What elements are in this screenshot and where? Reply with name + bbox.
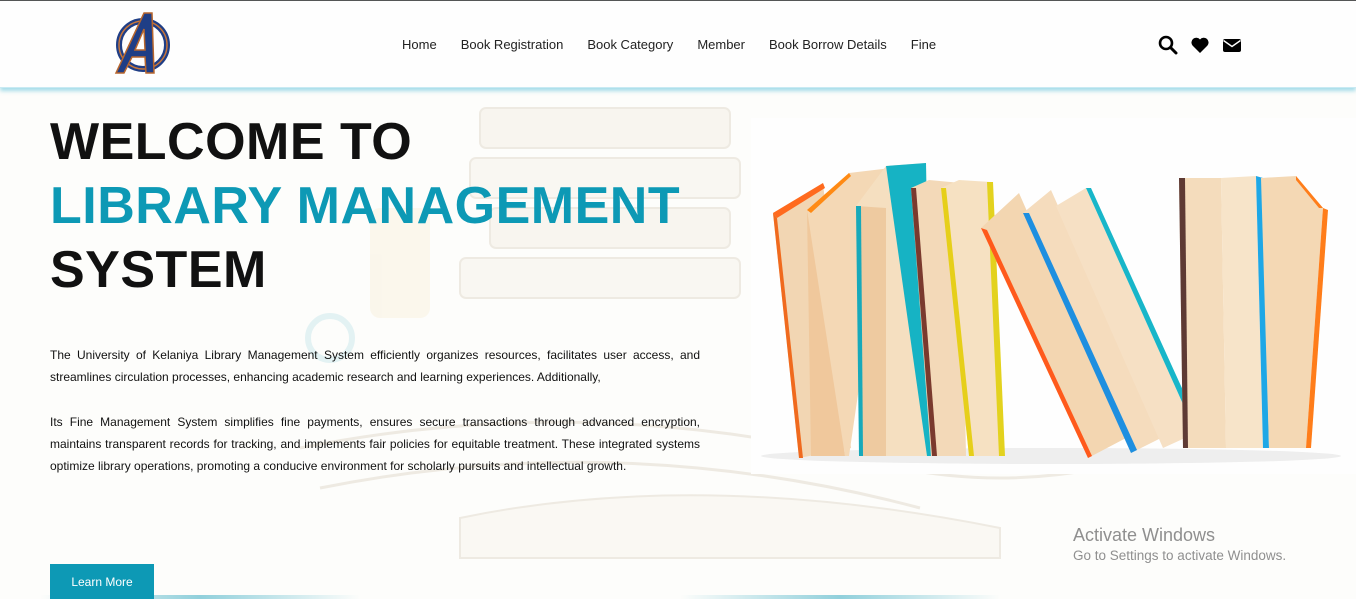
nav-home[interactable]: Home (402, 37, 437, 52)
nav-member[interactable]: Member (697, 37, 745, 52)
books-image (751, 118, 1356, 474)
watermark-subtitle: Go to Settings to activate Windows. (1073, 548, 1287, 563)
learn-more-button[interactable]: Learn More (50, 564, 154, 599)
heart-icon[interactable] (1190, 35, 1210, 55)
nav-book-registration[interactable]: Book Registration (461, 37, 564, 52)
nav-book-borrow-details[interactable]: Book Borrow Details (769, 37, 887, 52)
hero-title-line-1: WELCOME TO (50, 113, 413, 171)
envelope-icon[interactable] (1222, 35, 1242, 55)
hero-paragraph-2: Its Fine Management System simplifies fi… (50, 415, 700, 473)
header-icons (1158, 35, 1254, 55)
nav-fine[interactable]: Fine (911, 37, 936, 52)
site-header: Home Book Registration Book Category Mem… (0, 1, 1356, 88)
windows-activation-watermark: Activate Windows Go to Settings to activ… (1073, 524, 1286, 566)
hero-heading: WELCOME TO LIBRARY MANAGEMENT SYSTEM (50, 110, 680, 302)
section-divider-right (680, 595, 1000, 599)
avengers-logo-icon[interactable] (110, 9, 172, 77)
section-divider-left (40, 595, 360, 599)
main-nav: Home Book Registration Book Category Mem… (390, 1, 948, 87)
hero-title-line-2: LIBRARY MANAGEMENT (50, 177, 681, 235)
hero-paragraph-1: The University of Kelaniya Library Manag… (50, 348, 700, 384)
nav-book-category[interactable]: Book Category (587, 37, 673, 52)
watermark-title: Activate Windows (1073, 525, 1216, 545)
search-icon[interactable] (1158, 35, 1178, 55)
hero-title-line-3: SYSTEM (50, 241, 267, 299)
